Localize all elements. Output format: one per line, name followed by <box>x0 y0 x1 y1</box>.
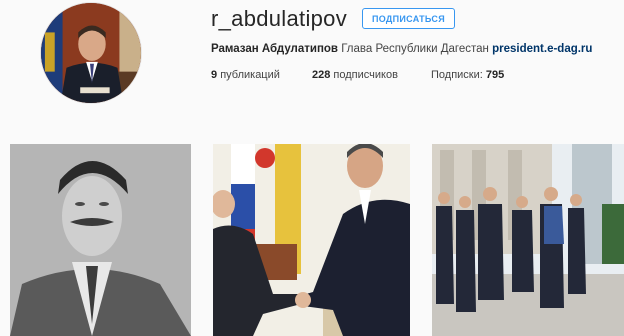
profile-full-name: Рамазан Абдулатипов <box>211 43 339 55</box>
avatar-image <box>41 3 141 103</box>
follow-button[interactable]: ПОДПИСАТЬСЯ <box>362 8 455 29</box>
profile-avatar[interactable] <box>40 2 142 104</box>
post-image-portrait <box>10 144 191 336</box>
posts-count: 9 публикаций <box>211 69 280 81</box>
post-thumbnail[interactable] <box>432 144 624 336</box>
following-count-label: Подписки: <box>431 69 483 81</box>
followers-count-label: подписчиков <box>333 69 398 81</box>
posts-count-label: публикаций <box>220 69 280 81</box>
followers-count[interactable]: 228 подписчиков <box>312 69 398 81</box>
profile-username: r_abdulatipov <box>211 6 347 31</box>
following-count[interactable]: Подписки: 795 <box>431 69 504 81</box>
following-count-value: 795 <box>485 69 505 81</box>
followers-count-value: 228 <box>312 69 331 81</box>
post-image-handshake <box>213 144 410 336</box>
profile-bio-text: Глава Республики Дагестан <box>341 43 489 55</box>
profile-bio: Рамазан Абдулатипов Глава Республики Даг… <box>211 43 592 55</box>
profile-website-link[interactable]: president.e-dag.ru <box>492 43 592 55</box>
posts-count-value: 9 <box>211 69 218 81</box>
post-thumbnail[interactable] <box>213 144 410 336</box>
post-thumbnail[interactable] <box>10 144 191 336</box>
post-image-group <box>432 144 624 336</box>
